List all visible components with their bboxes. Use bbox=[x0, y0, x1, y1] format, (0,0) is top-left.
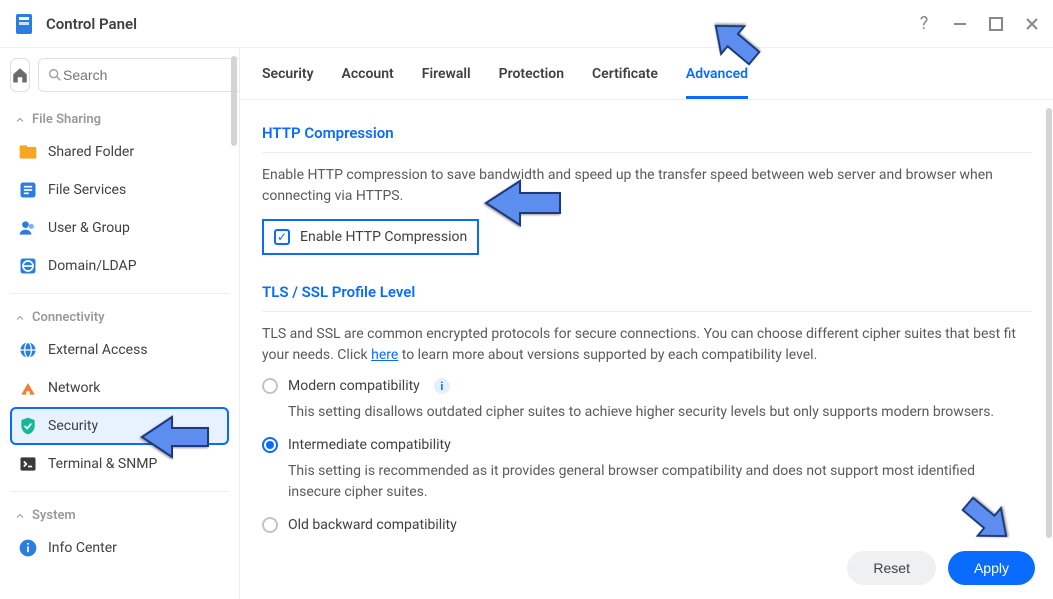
domain-icon bbox=[18, 256, 38, 276]
chevron-up-icon bbox=[14, 312, 26, 324]
home-icon bbox=[11, 66, 29, 84]
tab-firewall[interactable]: Firewall bbox=[422, 66, 471, 99]
tab-security[interactable]: Security bbox=[262, 66, 314, 99]
close-button[interactable] bbox=[1023, 15, 1041, 33]
sidebar-item-terminal-snmp[interactable]: Terminal & SNMP bbox=[10, 445, 229, 483]
sidebar-item-user-group[interactable]: User & Group bbox=[10, 209, 229, 247]
content-scrollbar[interactable] bbox=[1046, 108, 1052, 538]
section-header-connectivity[interactable]: Connectivity bbox=[10, 302, 229, 331]
sidebar-item-network[interactable]: Network bbox=[10, 369, 229, 407]
http-desc: Enable HTTP compression to save bandwidt… bbox=[262, 165, 1031, 207]
window-title: Control Panel bbox=[46, 15, 915, 33]
sidebar-item-file-services[interactable]: File Services bbox=[10, 171, 229, 209]
radio-modern-compatibility[interactable]: Modern compatibilityi bbox=[262, 378, 1031, 394]
sidebar-item-domain-ldap[interactable]: Domain/LDAP bbox=[10, 247, 229, 285]
search-box[interactable] bbox=[38, 58, 240, 92]
radio-desc: This setting is recommended as it provid… bbox=[288, 461, 1031, 503]
network-icon bbox=[18, 378, 38, 398]
section-title-http: HTTP Compression bbox=[262, 118, 1031, 153]
tls-here-link[interactable]: here bbox=[371, 347, 398, 363]
radio-icon bbox=[262, 517, 278, 533]
content: HTTP Compression Enable HTTP compression… bbox=[240, 100, 1053, 599]
tab-account[interactable]: Account bbox=[342, 66, 394, 99]
sidebar: File SharingShared FolderFile ServicesUs… bbox=[0, 48, 240, 599]
help-button[interactable]: ? bbox=[915, 15, 933, 33]
info-icon[interactable]: i bbox=[434, 378, 450, 394]
checkbox-label: Enable HTTP Compression bbox=[300, 229, 467, 245]
footer: Reset Apply bbox=[847, 551, 1035, 585]
chevron-up-icon bbox=[14, 510, 26, 522]
sidebar-item-shared-folder[interactable]: Shared Folder bbox=[10, 133, 229, 171]
sidebar-scrollbar[interactable] bbox=[231, 56, 237, 146]
sidebar-item-security[interactable]: Security bbox=[10, 407, 229, 445]
tab-certificate[interactable]: Certificate bbox=[592, 66, 658, 99]
globe-icon bbox=[18, 340, 38, 360]
reset-button[interactable]: Reset bbox=[847, 551, 936, 585]
sidebar-item-external-access[interactable]: External Access bbox=[10, 331, 229, 369]
tab-advanced[interactable]: Advanced bbox=[686, 66, 748, 99]
radio-intermediate-compatibility[interactable]: Intermediate compatibility bbox=[262, 437, 1031, 453]
radio-icon bbox=[262, 378, 278, 394]
terminal-icon bbox=[18, 454, 38, 474]
chevron-up-icon bbox=[14, 114, 26, 126]
fileservices-icon bbox=[18, 180, 38, 200]
minimize-button[interactable] bbox=[951, 15, 969, 33]
radio-old-backward-compatibility[interactable]: Old backward compatibility bbox=[262, 517, 1031, 533]
section-title-tls: TLS / SSL Profile Level bbox=[262, 277, 1031, 312]
security-icon bbox=[18, 416, 38, 436]
tab-protection[interactable]: Protection bbox=[499, 66, 564, 99]
radio-icon bbox=[262, 437, 278, 453]
section-header-file-sharing[interactable]: File Sharing bbox=[10, 104, 229, 133]
search-input[interactable] bbox=[63, 67, 240, 83]
radio-desc: This setting disallows outdated cipher s… bbox=[288, 402, 1031, 423]
tabs: Security Account Firewall Protection Certifi… bbox=[240, 48, 1053, 100]
enable-http-compression-checkbox[interactable]: ✓ Enable HTTP Compression bbox=[262, 219, 479, 255]
info-icon bbox=[18, 538, 38, 558]
app-icon bbox=[12, 12, 36, 36]
titlebar: Control Panel ? bbox=[0, 0, 1053, 48]
maximize-button[interactable] bbox=[987, 15, 1005, 33]
folder-icon bbox=[18, 142, 38, 162]
apply-button[interactable]: Apply bbox=[948, 551, 1035, 585]
tls-desc: TLS and SSL are common encrypted protoco… bbox=[262, 324, 1031, 366]
checkbox-icon: ✓ bbox=[274, 229, 290, 245]
sidebar-item-info-center[interactable]: Info Center bbox=[10, 529, 229, 567]
section-header-system[interactable]: System bbox=[10, 500, 229, 529]
home-button[interactable] bbox=[10, 58, 30, 92]
search-icon bbox=[47, 67, 63, 83]
usergroup-icon bbox=[18, 218, 38, 238]
